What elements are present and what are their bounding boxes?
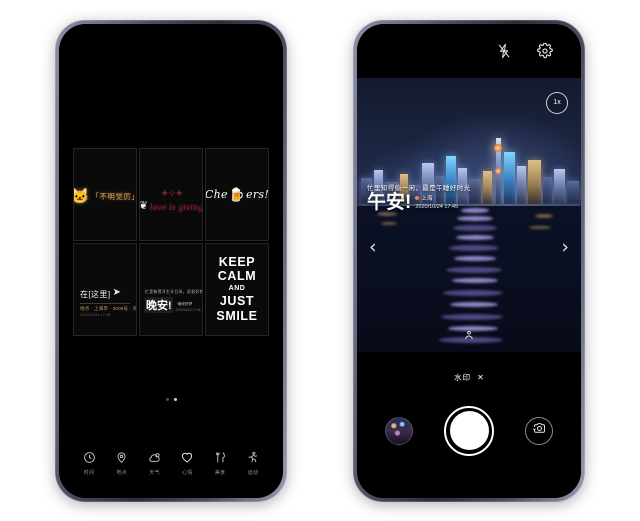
zoom-level-badge[interactable]: 1x [546,91,568,114]
keep-calm-line-2: CALM [217,269,257,284]
template-tile-good-night[interactable]: 忙里偷得浮生半日闲，愿君好梦到天明 晚安! · 晚安好梦 2020/10/24 … [139,242,203,336]
keep-calm-line-4: JUST [219,294,255,309]
paper-plane-icon: ➤ [112,286,121,298]
sparkle-icon: ✦✧✦ [160,187,184,200]
left-phone-screen: 🐱 「不明觉厉」 ✦✧✦ ❦ love is giving [59,23,283,498]
category-nav-bar: 时间 地点 天气 心情 美食 运动 [59,450,283,476]
nav-item-food[interactable]: 美食 [204,450,236,476]
camera-controls [357,405,581,456]
weather-cloud-icon [148,450,162,465]
beer-mug-icon: 🍺 [228,186,246,202]
watermark-greeting: 午安! [367,191,412,213]
drag-handle-icon[interactable] [464,328,475,346]
good-night-meta-2: 2020/10/24 17:45 [175,307,201,312]
keep-calm-line-5: SMILE [216,308,258,323]
location-timestamp: 2020/10/24 17:45 [80,313,111,317]
nav-item-weather[interactable]: 天气 [139,450,171,476]
page-dot-active[interactable] [173,397,177,401]
cheers-text-after: ers! [246,187,269,201]
screenshot-root: 🐱 「不明觉厉」 ✦✧✦ ❦ love is giving [0,0,640,521]
nav-label-mood: 心情 [182,469,193,476]
clock-icon [83,450,96,465]
right-phone-screen: 1x ‹ › 忙里知得偷一闲，最是午睡好时光 午安! 上海 2020/10/24… [357,23,581,498]
camera-top-bar [357,23,581,78]
location-pin-icon [415,195,420,200]
page-indicator [59,397,283,401]
good-night-caption: 忙里偷得浮生半日闲，愿君好梦到天明 [145,289,203,294]
camera-bottom-bar: 水印 ✕ [357,351,581,498]
template-tile-cat-tag[interactable]: 🐱 「不明觉厉」 [73,147,137,241]
nav-item-sport[interactable]: 运动 [237,450,269,476]
camera-viewfinder[interactable]: 1x ‹ › 忙里知得偷一闲，最是午睡好时光 午安! 上海 2020/10/24… [357,77,581,352]
template-tile-keep-calm[interactable]: KEEP CALM AND JUST SMILE [205,242,269,336]
watermark-toggle-label: 水印 [454,372,472,382]
watermark-city-label: 上海 [421,195,433,202]
location-main-text: 在[这里] [80,290,111,299]
location-pin-icon [115,450,128,465]
nav-label-weather: 天气 [149,469,160,476]
flash-off-icon[interactable] [497,43,511,59]
nav-item-mood[interactable]: 心情 [171,450,203,476]
good-night-main-text: 晚安! [145,296,173,313]
divider [80,303,130,304]
watermark-timestamp: 2020/10/24 17:45 [415,203,459,210]
page-dot[interactable] [165,397,169,401]
nav-label-food: 美食 [214,469,226,476]
right-phone-bezel: 1x ‹ › 忙里知得偷一闲，最是午睡好时光 午安! 上海 2020/10/24… [357,23,581,498]
cat-icon: 🐱 [74,189,89,204]
camera-flip-icon [532,421,547,441]
last-photo-thumbnail[interactable] [385,416,413,445]
watermark-city: 上海 [415,194,458,202]
location-sub-text: 地点 · 上海市 · 3008号 · 外滩 [80,306,137,311]
camera-flip-button[interactable] [525,416,553,445]
template-tile-location[interactable]: 在[这里] ➤ 地点 · 上海市 · 3008号 · 外滩 2020/10/24… [73,242,137,336]
nav-label-location: 地点 [116,469,128,476]
runner-icon [246,450,259,465]
right-phone-device: 1x ‹ › 忙里知得偷一闲，最是午睡好时光 午安! 上海 2020/10/24… [353,19,585,502]
left-phone-device: 🐱 「不明觉厉」 ✦✧✦ ❦ love is giving [55,19,287,502]
good-night-meta-1: · 晚安好梦 [175,301,193,306]
shutter-button[interactable] [444,405,494,456]
nav-item-location[interactable]: 地点 [106,450,138,476]
next-template-arrow[interactable]: › [561,237,569,257]
nav-label-time: 时间 [83,469,95,476]
template-love-text: love is giving [149,202,203,212]
gear-icon[interactable] [537,42,553,59]
template-cat-text: 「不明觉厉」 [91,191,137,201]
watermark-caption: 忙里知得偷一闲，最是午睡好时光 [367,184,471,192]
template-gallery: 🐱 「不明觉厉」 ✦✧✦ ❦ love is giving [59,147,283,336]
heart-icon [180,450,194,465]
close-icon[interactable]: ✕ [477,373,484,382]
prev-template-arrow[interactable]: ‹ [369,237,377,257]
template-tile-love-is-giving[interactable]: ✦✧✦ ❦ love is giving [139,147,203,241]
fork-knife-icon [214,450,227,465]
shutter-inner [449,411,489,450]
keep-calm-line-1: KEEP [218,254,256,269]
watermark-toggle[interactable]: 水印 ✕ [454,372,484,383]
nav-label-sport: 运动 [247,469,259,476]
cheers-text-before: Che [205,187,228,201]
cupid-icon: ❦ [139,199,148,212]
nav-item-time[interactable]: 时间 [73,450,105,476]
keep-calm-line-3: AND [228,284,246,292]
template-tile-cheers[interactable]: Che 🍺 ers! [205,147,269,241]
watermark-overlay[interactable]: 忙里知得偷一闲，最是午睡好时光 午安! 上海 2020/10/24 17:45 [367,182,471,212]
left-phone-bezel: 🐱 「不明觉厉」 ✦✧✦ ❦ love is giving [59,23,283,498]
